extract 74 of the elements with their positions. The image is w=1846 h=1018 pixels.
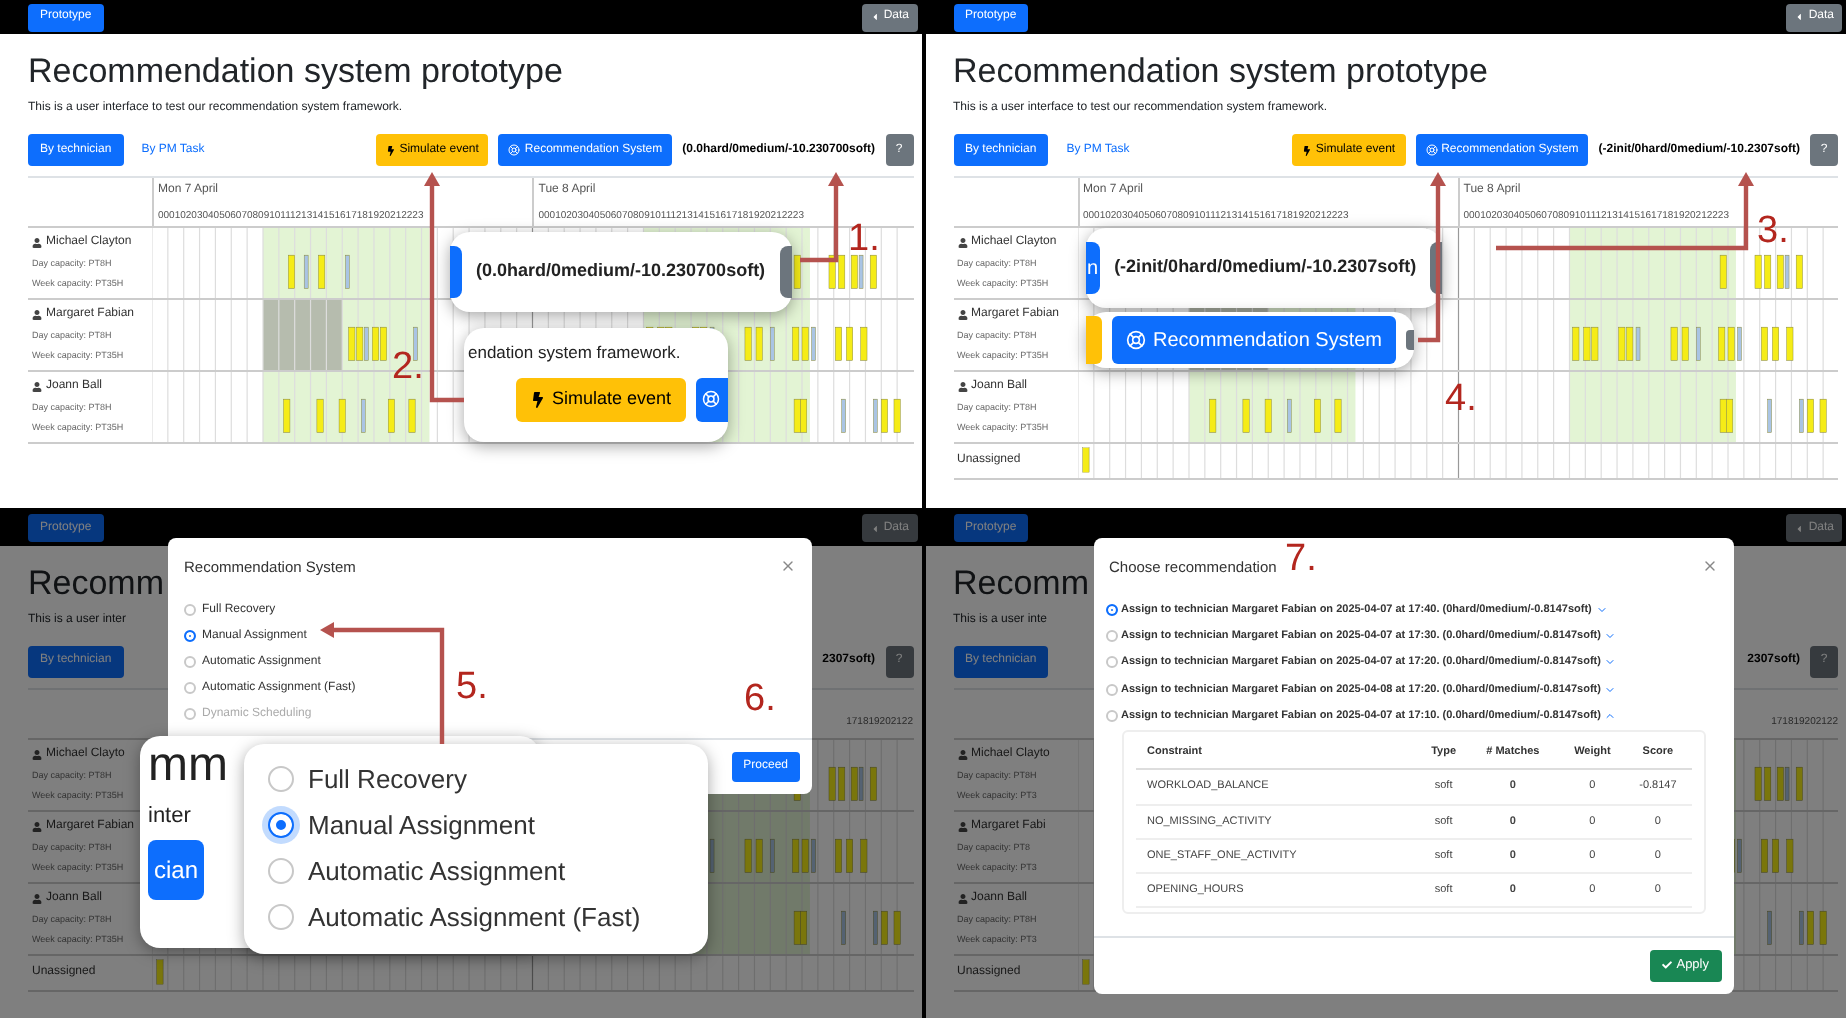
radio-label[interactable]: Automatic Assignment: [308, 855, 566, 887]
radio-button[interactable]: [268, 858, 294, 884]
lifebuoy-icon: [702, 390, 721, 409]
score-text: (-2init/0hard/0medium/-10.2307soft): [1114, 254, 1417, 281]
page-title: Recomm: [28, 563, 165, 603]
radio-button[interactable]: [184, 656, 196, 669]
subtitle-fragment: inter: [148, 801, 191, 831]
radio-label[interactable]: Automatic Assignment (Fast): [308, 901, 641, 933]
annotation-arrow: [800, 172, 844, 263]
caret-icon: [869, 12, 880, 22]
lightning-icon: [1301, 145, 1312, 155]
close-icon[interactable]: [1701, 558, 1717, 575]
subtitle-fragment: endation system framework.: [468, 340, 681, 366]
lightning-icon: [530, 391, 546, 408]
chevron-up-icon[interactable]: [1604, 709, 1617, 722]
button-fragment: [450, 246, 462, 298]
user-icon: [957, 749, 967, 760]
chevron-down-icon[interactable]: [1604, 683, 1617, 696]
user-icon: [957, 821, 967, 832]
user-icon: [32, 238, 42, 249]
page-title: Recomm: [953, 563, 1090, 603]
user-icon: [957, 310, 967, 321]
title-fragment: mm: [148, 739, 228, 791]
lifebuoy-icon: [1125, 330, 1145, 350]
button-fragment: [1406, 330, 1414, 350]
lifebuoy-icon: [1425, 144, 1438, 156]
radio-label[interactable]: Full Recovery: [308, 763, 467, 795]
radio-button[interactable]: [268, 812, 294, 838]
radio-button[interactable]: [184, 604, 196, 617]
radio-button[interactable]: [268, 766, 294, 792]
step-number: 2.: [392, 348, 424, 388]
button-fragment: [779, 246, 792, 298]
user-icon: [32, 821, 42, 832]
close-icon[interactable]: [780, 558, 796, 575]
check-icon: [1662, 960, 1673, 970]
step-number: 4.: [1445, 380, 1477, 420]
annotation-arrow: [320, 621, 445, 743]
chevron-down-icon[interactable]: [1604, 630, 1617, 643]
user-icon: [957, 238, 967, 249]
user-icon: [957, 382, 967, 393]
radio-button[interactable]: [1105, 709, 1117, 722]
radio-button[interactable]: [184, 682, 196, 695]
page-title: Recommendation system prototype: [953, 52, 1488, 92]
radio-button[interactable]: [268, 904, 294, 930]
button-fragment: cian: [148, 840, 205, 900]
radio-button[interactable]: [1105, 683, 1117, 696]
button-fragment: [1085, 316, 1101, 364]
radio-button[interactable]: [1105, 630, 1117, 643]
radio-button[interactable]: [1105, 656, 1117, 669]
radio-button[interactable]: [184, 630, 196, 643]
user-icon: [32, 749, 42, 760]
chevron-down-icon[interactable]: [1595, 603, 1608, 616]
step-number: 5.: [456, 667, 488, 707]
user-icon: [957, 893, 967, 904]
score-text: (0.0hard/0medium/-10.230700soft): [476, 258, 766, 285]
simulate-event-button[interactable]: Simulate event: [516, 377, 686, 422]
step-number: 6.: [744, 679, 776, 719]
radio-button[interactable]: [1105, 603, 1117, 616]
step-number: 7.: [1285, 539, 1317, 579]
user-icon: [32, 382, 42, 393]
recommendation-system-button[interactable]: Recommendation System: [1111, 316, 1396, 364]
radio-label[interactable]: Manual Assignment: [308, 809, 535, 841]
caret-icon: [869, 523, 880, 533]
caret-icon: [1794, 523, 1805, 533]
caret-icon: [1794, 12, 1805, 22]
lifebuoy-icon: [508, 144, 521, 156]
chevron-down-icon[interactable]: [1604, 656, 1617, 669]
page-title: Recommendation system prototype: [28, 52, 563, 92]
lightning-icon: [385, 145, 396, 155]
step-number: 3.: [1757, 212, 1789, 252]
user-icon: [32, 893, 42, 904]
user-icon: [32, 310, 42, 321]
step-number: 1.: [848, 220, 880, 260]
button-fragment: n: [1085, 242, 1101, 294]
